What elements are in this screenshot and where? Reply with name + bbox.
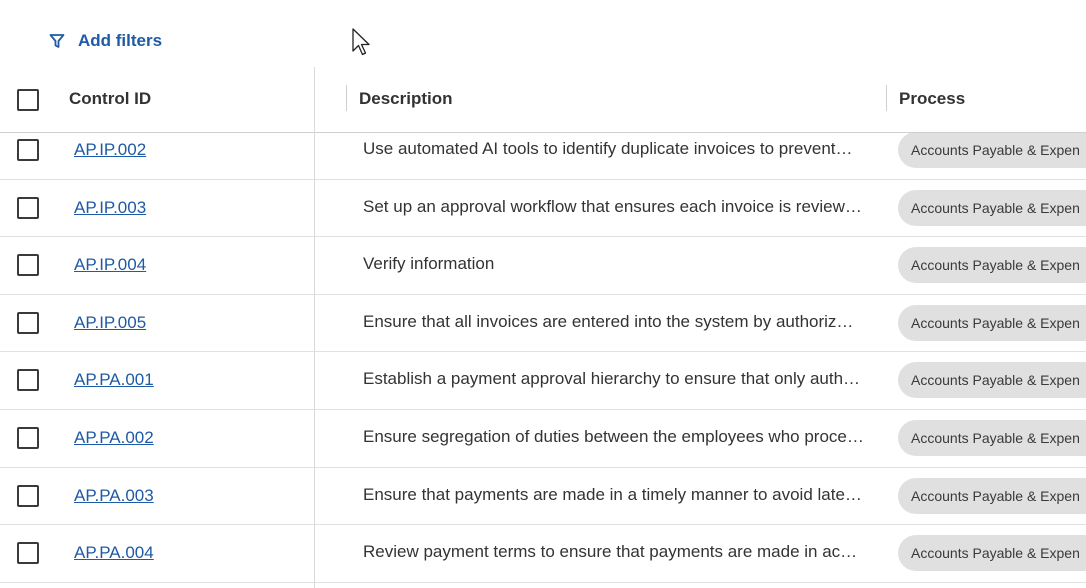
column-resize-handle[interactable] — [346, 85, 347, 111]
process-tag: Accounts Payable & Expen — [898, 304, 1086, 341]
table-row[interactable]: AP.PA.002 Ensure segregation of duties be… — [0, 409, 1086, 468]
table-body: AP.IP.002 Use automated AI tools to ident… — [0, 133, 1086, 588]
description-cell: Review payment terms to ensure that paym… — [363, 542, 858, 561]
description-cell: Ensure that payments are made in a timel… — [363, 484, 862, 504]
row-checkbox[interactable] — [17, 311, 39, 334]
process-tag: Accounts Payable & Expen — [898, 247, 1086, 283]
control-id-link[interactable]: AP.PA.002 — [74, 428, 154, 448]
table-row[interactable]: AP.PA.004 Review payment terms to ensure … — [0, 524, 1086, 583]
control-id-link[interactable]: AP.PA.003 — [74, 486, 154, 506]
column-header-description[interactable]: Description — [359, 89, 453, 109]
description-cell: Establish a payment approval hierarchy t… — [363, 369, 861, 388]
select-all-checkbox[interactable] — [17, 89, 39, 111]
process-tag: Accounts Payable & Expen — [898, 133, 1086, 168]
row-checkbox[interactable] — [17, 196, 39, 219]
row-checkbox[interactable] — [17, 254, 39, 276]
description-cell: Ensure that all invoices are entered int… — [363, 311, 854, 331]
row-checkbox[interactable] — [17, 427, 39, 449]
process-tag: Accounts Payable & Expen — [898, 362, 1086, 398]
column-header-control-id[interactable]: Control ID — [69, 89, 151, 109]
process-tag: Accounts Payable & Expen — [898, 420, 1086, 456]
row-checkbox[interactable] — [17, 484, 39, 507]
row-checkbox[interactable] — [17, 369, 39, 391]
table-row[interactable]: AP.IP.003 Set up an approval workflow tha… — [0, 179, 1086, 237]
control-id-link[interactable]: AP.IP.005 — [74, 313, 146, 333]
table-row[interactable]: AP.IP.002 Use automated AI tools to ident… — [0, 133, 1086, 180]
controls-table: Control ID Description Process AP.IP.002… — [0, 67, 1086, 588]
control-id-link[interactable]: AP.IP.002 — [74, 140, 146, 160]
process-tag: Accounts Payable & Expen — [898, 477, 1086, 514]
mouse-pointer-icon — [352, 28, 370, 56]
column-header-process[interactable]: Process — [899, 89, 965, 109]
process-tag: Accounts Payable & Expen — [898, 189, 1086, 226]
description-cell: Ensure segregation of duties between the… — [363, 427, 864, 446]
add-filters-button[interactable]: Add filters — [49, 31, 162, 51]
table-row[interactable]: AP.IP.004 Verify information Accounts Paya… — [0, 236, 1086, 295]
control-id-link[interactable]: AP.PA.001 — [74, 370, 154, 390]
table-row[interactable]: AP.IP.005 Ensure that all invoices are en… — [0, 294, 1086, 352]
control-id-link[interactable]: AP.IP.004 — [74, 255, 146, 275]
description-cell: Set up an approval workflow that ensures… — [363, 196, 862, 216]
description-cell: Verify information — [363, 254, 495, 273]
table-row[interactable]: AP.PA.001 Establish a payment approval hi… — [0, 351, 1086, 410]
control-id-link[interactable]: AP.IP.003 — [74, 198, 146, 218]
filter-icon — [49, 34, 65, 48]
control-id-link[interactable]: AP.PA.004 — [74, 543, 154, 563]
table-header: Control ID Description Process — [0, 67, 1086, 133]
process-tag: Accounts Payable & Expen — [898, 535, 1086, 571]
toolbar: Add filters — [0, 0, 1086, 67]
row-checkbox[interactable] — [17, 139, 39, 161]
table-row[interactable]: AP.PA.003 Ensure that payments are made i… — [0, 467, 1086, 525]
row-checkbox[interactable] — [17, 542, 39, 564]
add-filters-label: Add filters — [78, 31, 163, 50]
description-cell: Use automated AI tools to identify dupli… — [363, 139, 853, 158]
column-resize-handle[interactable] — [886, 85, 887, 111]
